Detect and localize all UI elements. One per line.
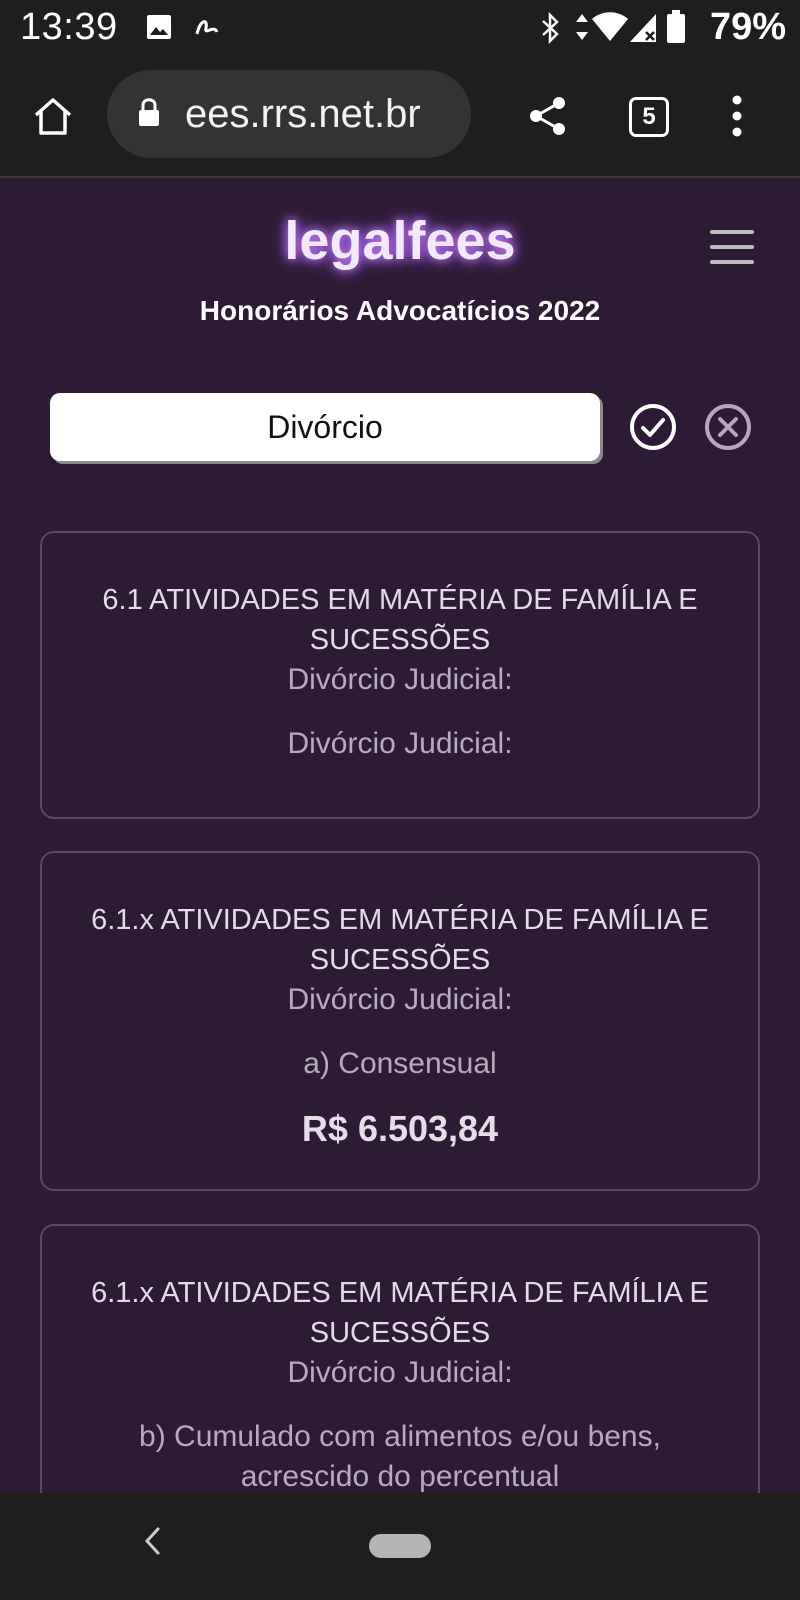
- data-arrows-icon: [576, 14, 588, 40]
- battery-icon: [667, 10, 685, 43]
- result-detail: b) Cumulado com alimentos e/ou bens, acr…: [139, 1420, 661, 1493]
- home-pill-button[interactable]: [369, 1534, 431, 1558]
- result-heading: 6.1.x ATIVIDADES EM MATÉRIA DE FAMÍLIA E…: [91, 1277, 709, 1349]
- result-card[interactable]: 6.1.x ATIVIDADES EM MATÉRIA DE FAMÍLIA E…: [40, 851, 760, 1191]
- result-subheading: Divórcio Judicial:: [287, 1356, 513, 1389]
- page-subtitle: Honorários Advocatícios 2022: [199, 295, 601, 326]
- bluetooth-icon: [542, 12, 559, 44]
- result-heading: 6.1.x ATIVIDADES EM MATÉRIA DE FAMÍLIA E…: [91, 904, 709, 976]
- clear-x-icon[interactable]: [703, 402, 753, 452]
- signal-icon: [630, 14, 656, 42]
- result-card[interactable]: 6.1 ATIVIDADES EM MATÉRIA DE FAMÍLIA E S…: [40, 531, 760, 819]
- status-bar: 13:39 79%: [0, 0, 800, 58]
- lock-icon: [139, 98, 159, 126]
- result-subheading: Divórcio Judicial:: [287, 983, 513, 1016]
- result-detail: Divórcio Judicial:: [287, 727, 513, 760]
- home-icon[interactable]: [32, 96, 74, 136]
- share-icon[interactable]: [528, 96, 568, 136]
- url-text: ees.rrs.net.br: [185, 92, 421, 136]
- result-price: R$ 6.503,84: [301, 1108, 499, 1149]
- address-bar[interactable]: ees.rrs.net.br: [107, 70, 471, 158]
- search-input[interactable]: [50, 393, 600, 461]
- browser-toolbar: ees.rrs.net.br 5: [0, 58, 800, 178]
- battery-percentage: 79%: [709, 6, 786, 48]
- hamburger-menu-icon[interactable]: [710, 230, 754, 270]
- more-vert-icon[interactable]: [730, 94, 744, 138]
- image-icon: [147, 15, 171, 39]
- result-detail: a) Consensual: [303, 1047, 497, 1080]
- site-logo[interactable]: legalfees: [0, 210, 800, 272]
- back-chevron-icon[interactable]: [140, 1523, 164, 1559]
- tabs-button[interactable]: 5: [629, 97, 669, 137]
- wifi-icon: [592, 12, 628, 41]
- signature-icon: [195, 20, 219, 35]
- confirm-check-icon[interactable]: [628, 402, 678, 452]
- status-time: 13:39: [20, 6, 118, 48]
- system-navigation-bar: [0, 1493, 800, 1600]
- result-heading: 6.1 ATIVIDADES EM MATÉRIA DE FAMÍLIA E S…: [102, 584, 698, 656]
- result-subheading: Divórcio Judicial:: [287, 663, 513, 696]
